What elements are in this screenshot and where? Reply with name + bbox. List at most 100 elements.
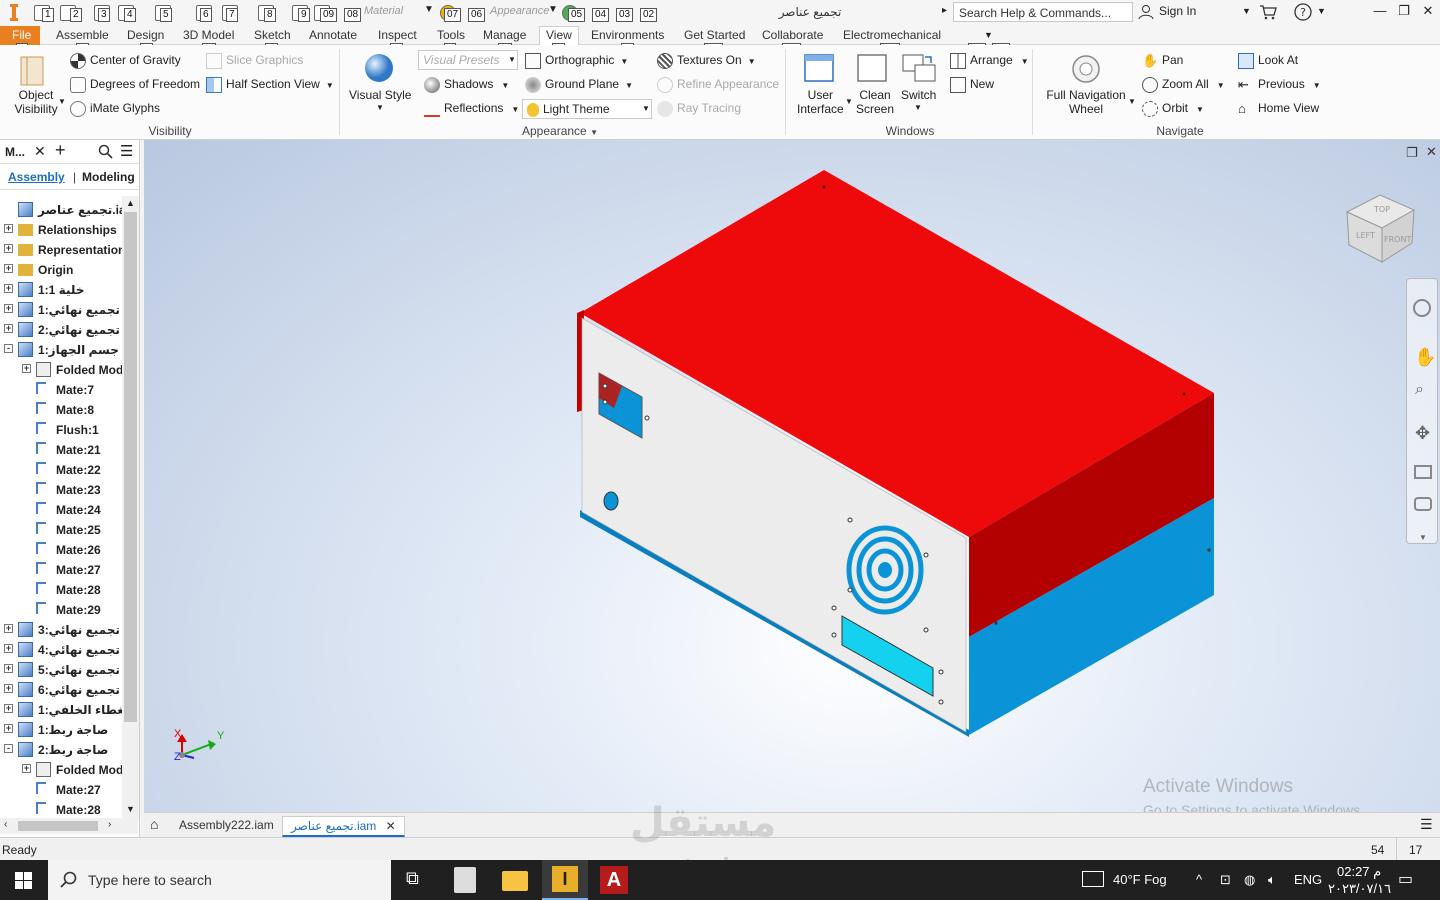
chevron-down-icon[interactable]: ▼ [58,97,66,106]
close-icon[interactable]: ✕ [1426,144,1437,160]
tree-row[interactable]: Mate:26 [0,540,122,560]
orbit-button[interactable]: Orbit ▼ [1142,101,1204,117]
orthographic-button[interactable]: Orthographic ▼ [525,53,628,69]
scrollbar-thumb[interactable] [124,212,137,722]
object-visibility-icon[interactable] [17,53,49,89]
switch-icon[interactable] [901,53,937,83]
previous-view-button[interactable]: ⇤ Previous ▼ [1238,77,1321,93]
globe-icon[interactable]: ◍ [1244,872,1255,888]
clock-date[interactable]: ٢٠٢٣/٠٧/١٦ [1328,881,1391,897]
material-combo[interactable]: Material [338,3,433,21]
tab-electromechanical[interactable]: Electromechanical [843,28,941,42]
collapse-icon[interactable]: - [4,344,13,353]
tree-row[interactable]: + تجميع نهائي:3 [0,620,122,640]
chevron-up-icon[interactable]: ^ [1196,872,1202,887]
menu-icon[interactable]: ☰ [1420,816,1433,833]
home-view-button[interactable]: ⌂ Home View [1238,101,1319,117]
appearance-combo[interactable]: Appearance [486,3,556,21]
chevron-down-icon[interactable]: ▼ [1242,6,1251,16]
chevron-down-icon[interactable]: ▼ [1021,57,1029,66]
model-view[interactable]: X Y Z TOP LEFT FRONT [144,140,1440,812]
hand-icon[interactable]: ✋ [1414,347,1436,368]
look-at-button[interactable]: Look At [1238,53,1298,69]
restore-icon[interactable]: ❐ [1406,145,1418,161]
tree-row[interactable]: Mate:27 [0,780,122,800]
tree-row[interactable]: Mate:27 [0,560,122,580]
visual-style-icon[interactable] [362,51,396,85]
tab-collaborate[interactable]: Collaborate [762,28,823,42]
expand-icon[interactable]: + [4,244,13,253]
visual-style-button[interactable]: Visual Style [349,88,411,102]
close-icon[interactable]: ✕ [34,143,46,160]
tree-row[interactable]: + صاجة ربط:1 [0,720,122,740]
tab-annotate[interactable]: Annotate [309,28,357,42]
chevron-down-icon[interactable]: ▼ [501,81,509,90]
chevron-right-icon[interactable]: › [108,819,111,830]
chevron-down-icon[interactable]: ▼ [984,30,993,40]
close-icon[interactable]: ✕ [1420,3,1436,21]
task-view-icon[interactable]: ⧉ [402,866,430,894]
tree-row[interactable]: Mate:7 [0,380,122,400]
ray-tracing-button[interactable]: Ray Tracing [657,101,741,117]
inventor-logo-icon[interactable] [4,3,24,23]
chevron-down-icon[interactable]: ▼ [376,103,384,112]
language-indicator[interactable]: ENG [1294,872,1322,887]
pan-button[interactable]: ✋ Pan [1142,53,1183,69]
tree-row[interactable]: Mate:25 [0,520,122,540]
arrange-button[interactable]: Arrange ▼ [950,53,1029,69]
file-explorer-icon[interactable] [502,871,528,891]
tab-tools[interactable]: Tools [437,28,465,42]
viewcube-left-label[interactable]: LEFT [1356,231,1375,240]
tree-row[interactable]: Mate:21 [0,440,122,460]
tree-row[interactable]: - صاجة ربط:2 [0,740,122,760]
chevron-down-icon[interactable]: ▼ [590,128,598,137]
chevron-down-icon[interactable]: ▼ [548,4,558,15]
user-interface-icon[interactable] [803,53,835,83]
clean-screen-button[interactable]: Clean Screen [856,88,894,116]
scrollbar-thumb[interactable] [18,821,98,831]
cart-icon[interactable] [1259,4,1277,20]
tree-row[interactable]: Mate:28 [0,800,122,820]
chevron-up-icon[interactable]: ▲ [126,198,135,208]
refine-appearance-button[interactable]: Refine Appearance [657,77,779,93]
reflections-button[interactable]: Reflections ▼ [424,101,519,117]
front-round-hole[interactable] [603,491,619,511]
chevron-left-icon[interactable]: ‹ [4,819,7,830]
tree-row[interactable]: Mate:24 [0,500,122,520]
expand-icon[interactable]: + [4,684,13,693]
minimize-icon[interactable]: — [1372,3,1388,21]
browser-vertical-scrollbar[interactable]: ▲ ▼ [122,196,139,820]
half-section-view-button[interactable]: Half Section View ▼ [206,77,334,93]
tree-row[interactable]: Mate:29 [0,600,122,620]
graphics-viewport[interactable]: X Y Z TOP LEFT FRONT ❐ ✕ ✋ ⌕ ✥ ▼ Activat… [144,140,1440,812]
network-icon[interactable]: ⊡ [1220,872,1231,888]
sign-in-button[interactable]: Sign In [1159,4,1196,18]
object-visibility-button[interactable]: Object Visibility [14,88,58,116]
tree-row[interactable]: + خلية 1:1 [0,280,122,300]
expand-icon[interactable]: + [4,264,13,273]
chevron-down-icon[interactable]: ▼ [326,81,334,90]
expand-icon[interactable]: + [4,724,13,733]
orbit-icon[interactable]: ✥ [1415,423,1430,444]
visual-presets-combo[interactable]: Visual Presets [418,50,518,70]
weather-icon[interactable] [1082,871,1104,887]
textures-on-button[interactable]: Textures On ▼ [657,53,756,69]
tree-row[interactable]: + تجميع نهائي:2 [0,320,122,340]
expand-icon[interactable]: + [4,224,13,233]
expand-icon[interactable]: + [4,704,13,713]
lighting-style-combo[interactable]: Light Theme [522,99,652,119]
expand-icon[interactable]: + [4,624,13,633]
tab-environments[interactable]: Environments [591,28,664,42]
chevron-down-icon[interactable]: ▼ [748,57,756,66]
restore-icon[interactable]: ❐ [1396,3,1412,21]
steering-wheel-icon[interactable] [1413,299,1431,317]
expand-icon[interactable]: + [4,284,13,293]
add-icon[interactable]: + [55,140,66,161]
inventor-taskbar-button[interactable]: I [542,860,588,900]
ground-plane-button[interactable]: Ground Plane ▼ [525,77,633,93]
tree-row[interactable]: + الغطاء الخلفي:1 [0,700,122,720]
tab-sketch[interactable]: Sketch [254,28,291,42]
tree-row[interactable]: + Relationships [0,220,122,240]
browser-horizontal-scrollbar[interactable]: ‹ › [0,818,138,834]
zoom-all-button[interactable]: Zoom All ▼ [1142,77,1225,93]
